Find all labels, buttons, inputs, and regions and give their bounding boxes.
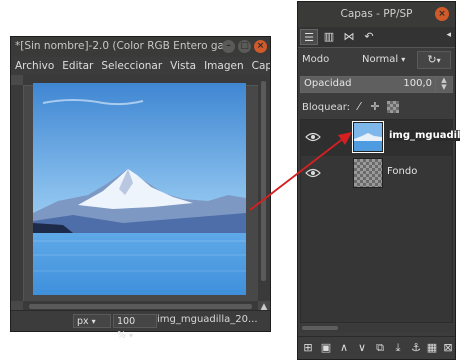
chevron-down-icon: ▾ xyxy=(129,331,134,340)
layer-thumbnail[interactable] xyxy=(352,121,384,153)
tab-layers[interactable]: ☰ xyxy=(300,29,318,45)
layer-name[interactable]: Fondo xyxy=(387,166,417,177)
layers-title: Capas - PP/SP xyxy=(340,8,413,20)
layer-row[interactable]: Fondo xyxy=(301,156,452,192)
image-window-title: *[Sin nombre]-2.0 (Color RGB Entero ga..… xyxy=(15,40,227,52)
merge-down-icon[interactable]: ⤓ xyxy=(391,341,405,355)
menu-imagen[interactable]: Imagen xyxy=(200,57,248,75)
opacity-spinner[interactable]: ▲ ▼ xyxy=(435,77,452,92)
unit-value: px xyxy=(77,316,89,327)
ruler-corner[interactable] xyxy=(11,75,23,85)
lower-layer-icon[interactable]: ∨ xyxy=(355,341,369,355)
image-window-titlebar[interactable]: *[Sin nombre]-2.0 (Color RGB Entero ga..… xyxy=(11,37,270,58)
menu-editar[interactable]: Editar xyxy=(58,57,97,75)
new-layer-icon[interactable]: ⊞ xyxy=(301,341,315,355)
layers-dialog: Capas - PP/SP × ☰ ▥ ⋈ ↶ ◂ Modo Normal ▾ ↻… xyxy=(297,1,460,360)
image-window: *[Sin nombre]-2.0 (Color RGB Entero ga..… xyxy=(10,36,271,341)
raise-layer-icon[interactable]: ∧ xyxy=(337,341,351,355)
status-bar: px ▾ 100 % ▾ img_mguadilla_20... xyxy=(11,310,270,341)
minimize-icon[interactable]: – xyxy=(222,40,235,53)
opacity-slider[interactable]: Opacidad 100,0 ▲ ▼ xyxy=(300,76,453,93)
maximize-icon[interactable]: □ xyxy=(238,40,251,53)
mode-row: Modo Normal ▾ ↻▾ xyxy=(300,51,453,71)
menu-archivo[interactable]: Archivo xyxy=(11,57,58,75)
menubar: ArchivoEditarSeleccionarVistaImagenCapaC xyxy=(11,57,270,76)
canvas-image[interactable] xyxy=(33,83,246,295)
mask-icon[interactable]: ▦ xyxy=(425,341,439,355)
tab-menu-icon[interactable]: ◂ xyxy=(446,30,451,40)
reset-icon: ↻ xyxy=(427,53,437,66)
new-layer-group-icon[interactable]: ▣ xyxy=(319,341,333,355)
duplicate-layer-icon[interactable]: ⧉ xyxy=(373,341,387,355)
lock-label: Bloquear: xyxy=(302,102,351,113)
vertical-scrollbar[interactable] xyxy=(258,75,270,301)
status-text: img_mguadilla_20... xyxy=(157,314,258,325)
layer-list-scrollbar[interactable] xyxy=(300,324,453,332)
opacity-value: 100,0 xyxy=(403,78,432,89)
menu-capa[interactable]: Capa xyxy=(248,57,270,75)
close-icon[interactable]: × xyxy=(254,40,267,53)
mode-select[interactable]: Normal ▾ xyxy=(362,51,414,69)
anchor-icon[interactable]: ⚓ xyxy=(409,341,423,355)
layers-toolbar: ⊞ ▣ ∧ ∨ ⧉ ⤓ ⚓ ▦ ⊠ xyxy=(298,336,455,359)
layer-row[interactable]: img_mguadilla xyxy=(301,120,460,156)
vertical-ruler[interactable] xyxy=(11,85,24,301)
delete-layer-icon[interactable]: ⊠ xyxy=(441,341,455,355)
menu-vista[interactable]: Vista xyxy=(166,57,200,75)
lock-position-icon[interactable]: ✛ xyxy=(368,100,382,114)
composite-mode-button[interactable]: ↻▾ xyxy=(417,51,451,69)
unit-select[interactable]: px ▾ xyxy=(73,314,111,328)
zoom-select[interactable]: 100 % ▾ xyxy=(113,314,157,341)
layer-name[interactable]: img_mguadilla xyxy=(387,130,460,141)
mode-label: Modo xyxy=(302,54,330,65)
tab-paths[interactable]: ⋈ xyxy=(340,29,358,45)
menu-seleccionar[interactable]: Seleccionar xyxy=(97,57,166,75)
layer-thumbnail[interactable] xyxy=(353,158,383,188)
tab-undo-history[interactable]: ↶ xyxy=(360,29,378,45)
tab-channels[interactable]: ▥ xyxy=(320,29,338,45)
layer-list: img_mguadilla Fondo xyxy=(300,119,460,323)
layers-titlebar[interactable]: Capas - PP/SP × xyxy=(298,2,455,28)
lock-row: Bloquear: ⁄ ✛ xyxy=(300,100,453,116)
lock-pixels-icon[interactable]: ⁄ xyxy=(352,100,366,114)
chevron-down-icon: ▾ xyxy=(91,317,96,326)
close-icon[interactable]: × xyxy=(435,7,449,21)
dock-tabs: ☰ ▥ ⋈ ↶ ◂ xyxy=(298,27,455,48)
opacity-label: Opacidad xyxy=(304,78,352,89)
chevron-down-icon: ▾ xyxy=(436,56,441,65)
chevron-down-icon: ▾ xyxy=(401,55,406,64)
canvas-area[interactable]: ▲ xyxy=(11,75,270,313)
eye-icon[interactable] xyxy=(305,167,321,179)
lock-alpha-icon[interactable] xyxy=(387,101,399,113)
mode-value: Normal xyxy=(362,54,399,65)
eye-icon[interactable] xyxy=(305,131,321,143)
